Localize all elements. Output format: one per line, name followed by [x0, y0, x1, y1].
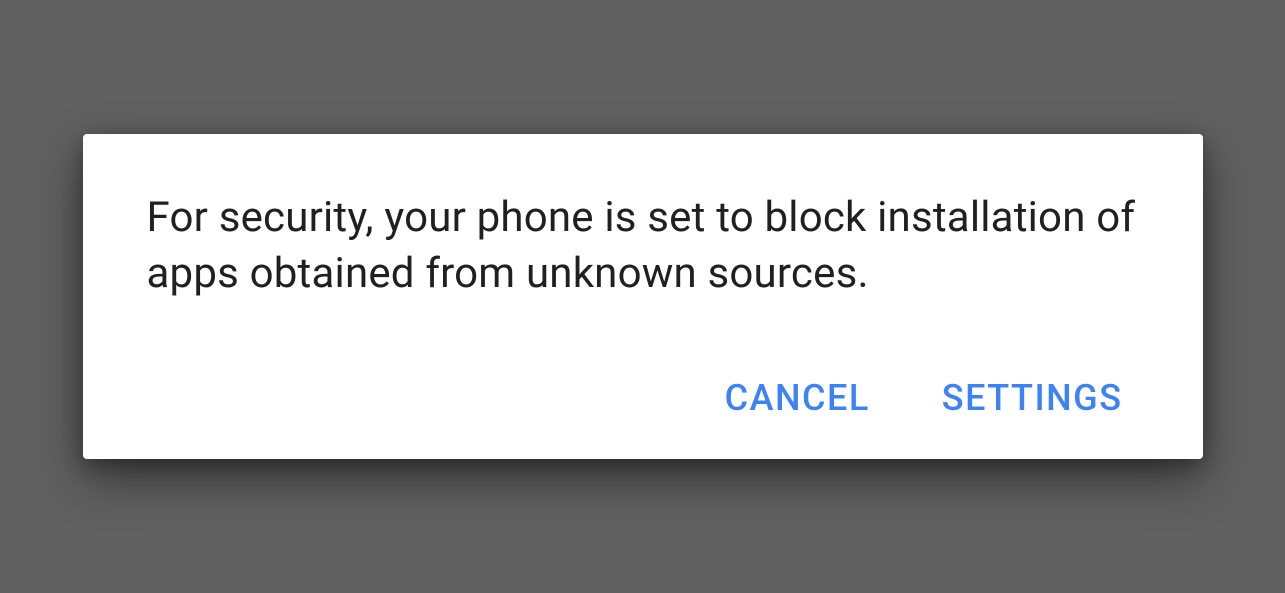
- settings-button[interactable]: SETTINGS: [934, 373, 1131, 423]
- security-dialog: For security, your phone is set to block…: [83, 134, 1203, 459]
- cancel-button[interactable]: CANCEL: [717, 373, 878, 423]
- dialog-message: For security, your phone is set to block…: [147, 190, 1139, 301]
- dialog-actions: CANCEL SETTINGS: [147, 373, 1139, 423]
